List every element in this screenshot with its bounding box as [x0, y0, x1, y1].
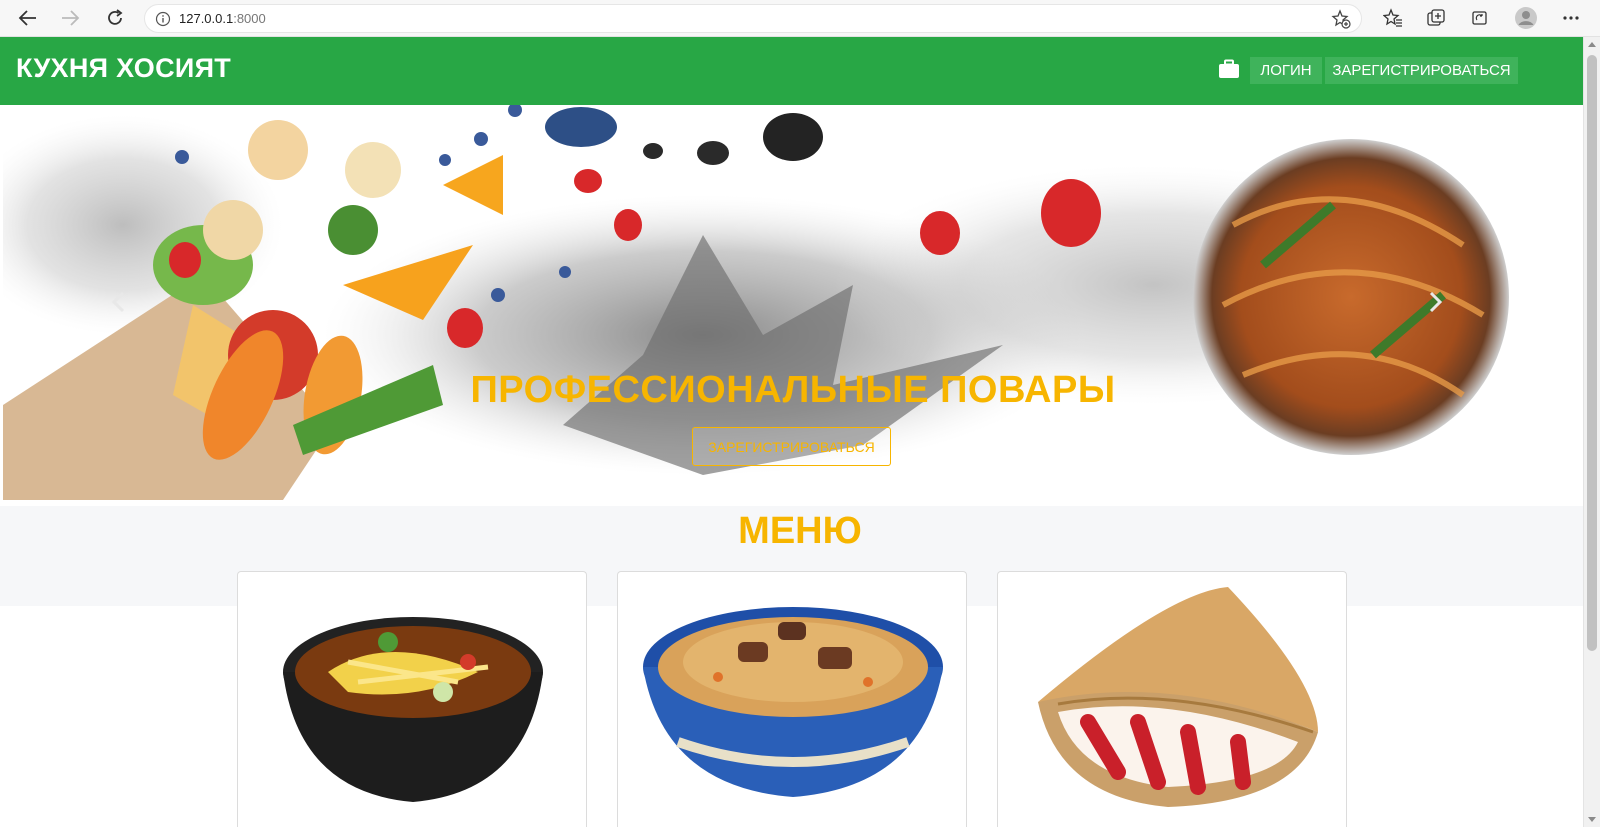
menu-card[interactable] — [237, 571, 587, 827]
page-scrollbar[interactable] — [1583, 37, 1600, 827]
ellipsis-icon — [1563, 16, 1579, 20]
scroll-down-arrow-icon[interactable] — [1588, 817, 1596, 822]
carousel-prev-button[interactable] — [109, 290, 129, 314]
url-host: 127.0.0.1 — [179, 11, 234, 26]
more-menu-button[interactable] — [1557, 5, 1585, 31]
sync-icon — [1472, 11, 1487, 25]
sync-button[interactable] — [1466, 5, 1494, 31]
menu-title: МЕНЮ — [738, 510, 862, 552]
menu-card[interactable] — [997, 571, 1347, 827]
login-link[interactable]: ЛОГИН — [1250, 57, 1322, 84]
favorites-button[interactable] — [1379, 5, 1407, 31]
back-button[interactable] — [14, 5, 42, 31]
hero-title: ПРОФЕССИОНАЛЬНЫЕ ПОВАРЫ — [470, 369, 1116, 411]
chevron-left-icon — [111, 291, 125, 313]
collections-icon — [1427, 9, 1445, 26]
hero-register-button[interactable]: ЗАРЕГИСТРИРОВАТЬСЯ — [692, 427, 891, 466]
scrollbar-thumb[interactable] — [1587, 55, 1597, 651]
address-bar[interactable]: 127.0.0.1:8000 — [144, 4, 1362, 33]
reload-button[interactable] — [101, 5, 129, 31]
forward-button[interactable] — [56, 5, 84, 31]
reload-icon — [108, 9, 123, 25]
chevron-right-icon — [1429, 291, 1443, 313]
collections-button[interactable] — [1422, 5, 1450, 31]
plov-bowl-image — [643, 607, 943, 797]
briefcase-icon[interactable] — [1218, 59, 1240, 79]
brand-logo[interactable]: КУХНЯ ХОСИЯТ — [16, 53, 231, 84]
favorites-icon — [1383, 8, 1402, 27]
carousel-next-button[interactable] — [1425, 290, 1445, 314]
noodle-soup-bowl-image — [283, 617, 543, 802]
browser-toolbar: 127.0.0.1:8000 — [0, 0, 1600, 37]
back-arrow-icon — [18, 10, 36, 26]
register-link[interactable]: ЗАРЕГИСТРИРОВАТЬСЯ — [1325, 57, 1518, 84]
hero-carousel: ПРОФЕССИОНАЛЬНЫЕ ПОВАРЫ ЗАРЕГИСТРИРОВАТЬ… — [3, 105, 1583, 506]
forward-arrow-icon — [62, 10, 80, 26]
profile-avatar-icon — [1515, 7, 1537, 29]
info-icon — [155, 11, 171, 26]
menu-card[interactable] — [617, 571, 967, 827]
url-port: :8000 — [233, 11, 266, 26]
site-navbar: КУХНЯ ХОСИЯТ ЛОГИН ЗАРЕГИСТРИРОВАТЬСЯ — [0, 37, 1583, 105]
profile-button[interactable] — [1512, 5, 1540, 31]
scroll-up-arrow-icon[interactable] — [1588, 42, 1596, 47]
crepe-with-strawberries-image — [1038, 587, 1318, 807]
url-text[interactable]: 127.0.0.1:8000 — [179, 11, 266, 26]
add-favorite-icon[interactable] — [1331, 8, 1351, 29]
